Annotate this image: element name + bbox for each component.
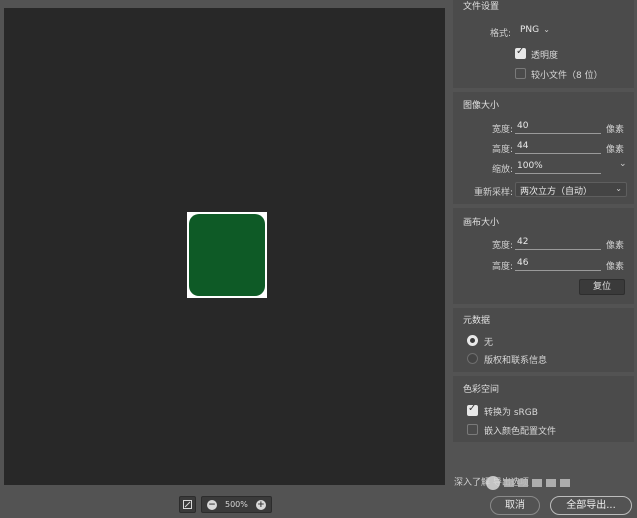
color-space-section: 色彩空间 转换为 sRGB 嵌入颜色配置文件 bbox=[453, 376, 634, 442]
embed-profile-checkbox[interactable] bbox=[467, 424, 478, 435]
image-width-input[interactable]: 40 bbox=[517, 121, 528, 131]
format-label: 格式: bbox=[489, 29, 511, 39]
watermark bbox=[486, 470, 606, 496]
canvas-width-input[interactable]: 42 bbox=[517, 237, 528, 247]
resample-label: 重新采样: bbox=[473, 188, 513, 198]
cancel-button[interactable]: 取消 bbox=[490, 496, 540, 515]
image-width-label: 宽度: bbox=[491, 125, 513, 135]
image-width-unit: 像素 bbox=[606, 125, 625, 135]
color-space-title: 色彩空间 bbox=[463, 385, 500, 395]
resample-select[interactable]: 两次立方（自动） ⌄ bbox=[515, 182, 627, 197]
smaller-file-label: 较小文件（8 位） bbox=[531, 71, 603, 81]
reset-button[interactable]: 复位 bbox=[579, 279, 625, 295]
zoom-out-icon[interactable]: − bbox=[207, 499, 217, 510]
zoom-in-icon[interactable]: + bbox=[255, 499, 266, 510]
export-all-button[interactable]: 全部导出... bbox=[550, 496, 632, 515]
convert-srgb-label: 转换为 sRGB bbox=[484, 408, 538, 418]
image-size-section: 图像大小 宽度: 40 像素 高度: 44 像素 缩放: 100% ⌄ 重新采样… bbox=[453, 92, 634, 204]
metadata-title: 元数据 bbox=[463, 316, 491, 326]
canvas-width-unit: 像素 bbox=[606, 241, 625, 251]
file-settings-section: 文件设置 格式: PNG ⌄ 透明度 较小文件（8 位） bbox=[453, 0, 634, 88]
preview-canvas[interactable] bbox=[4, 8, 445, 485]
metadata-none-label: 无 bbox=[484, 338, 494, 348]
canvas-height-input[interactable]: 46 bbox=[517, 258, 528, 268]
canvas-size-section: 画布大小 宽度: 42 像素 高度: 46 像素 复位 bbox=[453, 208, 634, 304]
export-dialog: − 500% + 文件设置 格式: PNG ⌄ 透明度 较小文件（8 位） 图像… bbox=[0, 0, 637, 518]
chevron-down-icon: ⌄ bbox=[543, 25, 550, 34]
format-select[interactable]: PNG ⌄ bbox=[515, 23, 555, 38]
convert-srgb-checkbox[interactable] bbox=[467, 403, 478, 416]
image-height-input[interactable]: 44 bbox=[517, 141, 528, 151]
image-height-unit: 像素 bbox=[606, 145, 625, 155]
scale-label: 缩放: bbox=[491, 165, 513, 175]
transparency-checkbox[interactable] bbox=[515, 46, 526, 59]
fit-view-icon bbox=[183, 500, 192, 509]
canvas-width-label: 宽度: bbox=[491, 241, 513, 251]
zoom-level: 500% bbox=[225, 500, 248, 509]
smaller-file-checkbox[interactable] bbox=[515, 68, 526, 79]
canvas-height-unit: 像素 bbox=[606, 262, 625, 272]
metadata-none-radio[interactable] bbox=[467, 335, 478, 346]
preview-tile bbox=[189, 214, 265, 296]
metadata-copyright-label: 版权和联系信息 bbox=[484, 356, 548, 366]
preview-image bbox=[187, 212, 267, 298]
metadata-copyright-radio[interactable] bbox=[467, 353, 478, 364]
zoom-bar: − 500% + bbox=[179, 496, 272, 513]
zoom-controls: − 500% + bbox=[201, 496, 272, 513]
image-height-label: 高度: bbox=[491, 145, 513, 155]
canvas-size-title: 画布大小 bbox=[463, 218, 500, 228]
canvas-height-label: 高度: bbox=[491, 262, 513, 272]
metadata-section: 元数据 无 版权和联系信息 bbox=[453, 308, 634, 372]
chevron-down-icon: ⌄ bbox=[619, 159, 627, 169]
scale-select[interactable]: 100% bbox=[517, 161, 543, 171]
fit-view-button[interactable] bbox=[179, 496, 196, 513]
embed-profile-label: 嵌入颜色配置文件 bbox=[484, 427, 557, 437]
file-settings-title: 文件设置 bbox=[463, 2, 500, 12]
image-size-title: 图像大小 bbox=[463, 101, 500, 111]
transparency-label: 透明度 bbox=[531, 51, 559, 61]
chevron-down-icon: ⌄ bbox=[615, 184, 622, 193]
